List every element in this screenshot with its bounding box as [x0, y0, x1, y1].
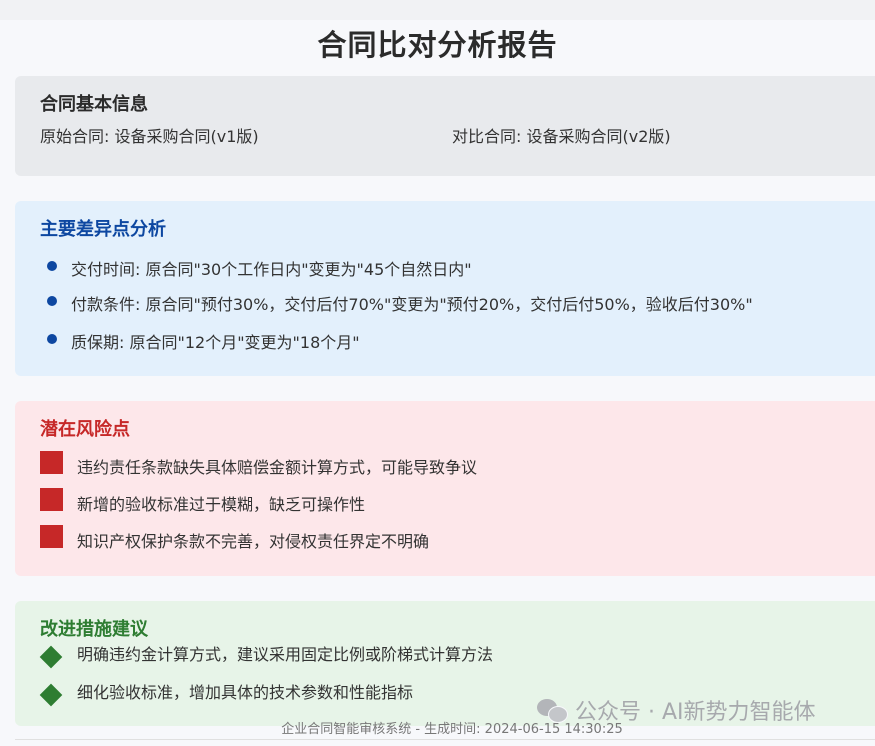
difference-text: 质保期: 原合同"12个月"变更为"18个月": [71, 333, 360, 352]
improvement-text: 细化验收标准，增加具体的技术参数和性能指标: [77, 683, 414, 702]
differences-heading: 主要差异点分析: [40, 219, 166, 240]
red-square-icon: [40, 525, 63, 548]
risk-text: 新增的验收标准过于模糊，缺乏可操作性: [77, 495, 366, 514]
footer-divider: [15, 739, 875, 740]
bullet-icon: [47, 334, 57, 344]
green-diamond-icon: [39, 683, 63, 707]
improvements-heading: 改进措施建议: [40, 619, 148, 640]
bullet-icon: [47, 261, 57, 271]
contract-info-card: 合同基本信息 原始合同: 设备采购合同(v1版) 对比合同: 设备采购合同(v2…: [15, 76, 875, 176]
risk-text: 知识产权保护条款不完善，对侵权责任界定不明确: [77, 532, 430, 551]
green-diamond-icon: [39, 645, 63, 669]
improvement-text: 明确违约金计算方式，建议采用固定比例或阶梯式计算方法: [77, 645, 494, 664]
compare-contract: 对比合同: 设备采购合同(v2版): [452, 127, 671, 146]
page-title: 合同比对分析报告: [317, 28, 558, 62]
differences-card: 主要差异点分析 交付时间: 原合同"30个工作日内"变更为"45个自然日内" 付…: [15, 201, 875, 376]
red-square-icon: [40, 451, 63, 474]
footer-text: 企业合同智能审核系统 - 生成时间: 2024-06-15 14:30:25: [281, 722, 623, 737]
risks-card: 潜在风险点 违约责任条款缺失具体赔偿金额计算方式，可能导致争议 新增的验收标准过…: [15, 401, 875, 576]
difference-text: 付款条件: 原合同"预付30%，交付后付70%"变更为"预付20%，交付后付50…: [71, 295, 753, 314]
red-square-icon: [40, 488, 63, 511]
bullet-icon: [47, 296, 57, 306]
difference-text: 交付时间: 原合同"30个工作日内"变更为"45个自然日内": [71, 260, 472, 279]
risk-text: 违约责任条款缺失具体赔偿金额计算方式，可能导致争议: [77, 458, 478, 477]
original-contract: 原始合同: 设备采购合同(v1版): [40, 127, 259, 146]
risks-heading: 潜在风险点: [40, 419, 130, 440]
contract-info-heading: 合同基本信息: [40, 94, 148, 115]
top-strip: [0, 0, 875, 20]
